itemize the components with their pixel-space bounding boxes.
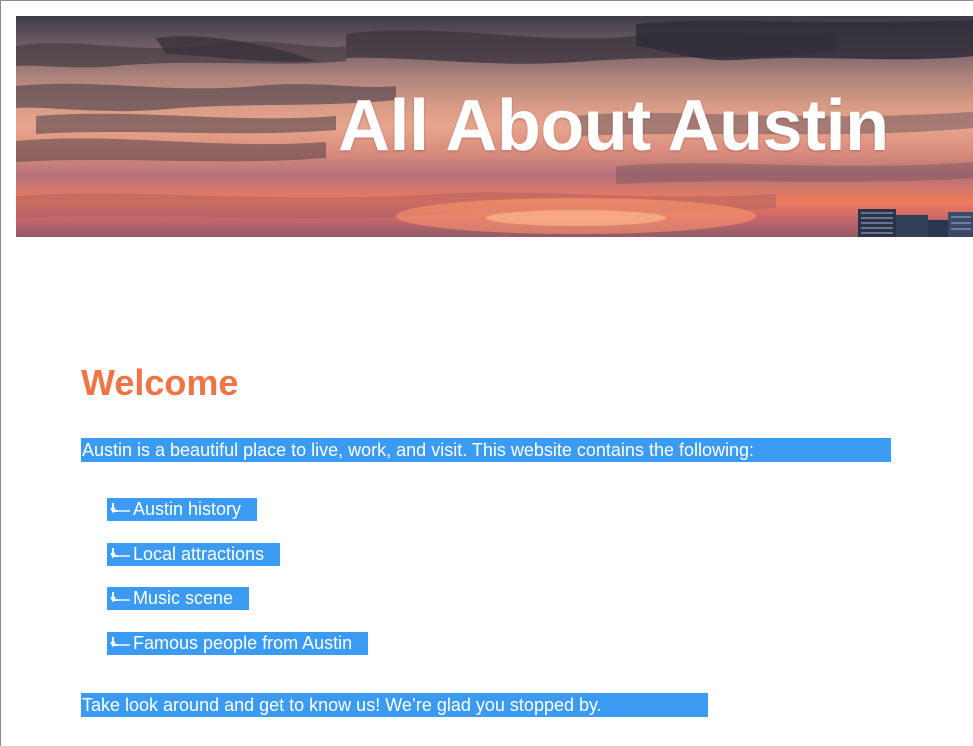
list-item-label: Austin history — [133, 499, 242, 519]
list-item-label: Music scene — [133, 588, 234, 608]
tab-arrow-icon — [107, 543, 133, 566]
list-item[interactable]: Music scene — [107, 587, 250, 610]
list-item[interactable]: Famous people from Austin — [107, 632, 369, 655]
tab-arrow-icon — [107, 632, 133, 655]
intro-paragraph[interactable]: Austin is a beautiful place to live, wor… — [81, 438, 891, 462]
list-item-label: Famous people from Austin — [133, 633, 353, 653]
banner-title: All About Austin — [338, 86, 889, 166]
list-item[interactable]: Local attractions — [107, 543, 281, 566]
tab-arrow-icon — [107, 498, 133, 521]
document-page: All About Austin Welcome Austin is a bea… — [0, 0, 973, 746]
header-banner-image: All About Austin — [16, 16, 973, 237]
list-item-label: Local attractions — [133, 544, 265, 564]
tab-arrow-icon — [107, 587, 133, 610]
page-heading: Welcome — [81, 362, 239, 403]
closing-paragraph[interactable]: Take look around and get to know us! We’… — [81, 693, 708, 717]
list-item[interactable]: Austin history — [107, 498, 258, 521]
